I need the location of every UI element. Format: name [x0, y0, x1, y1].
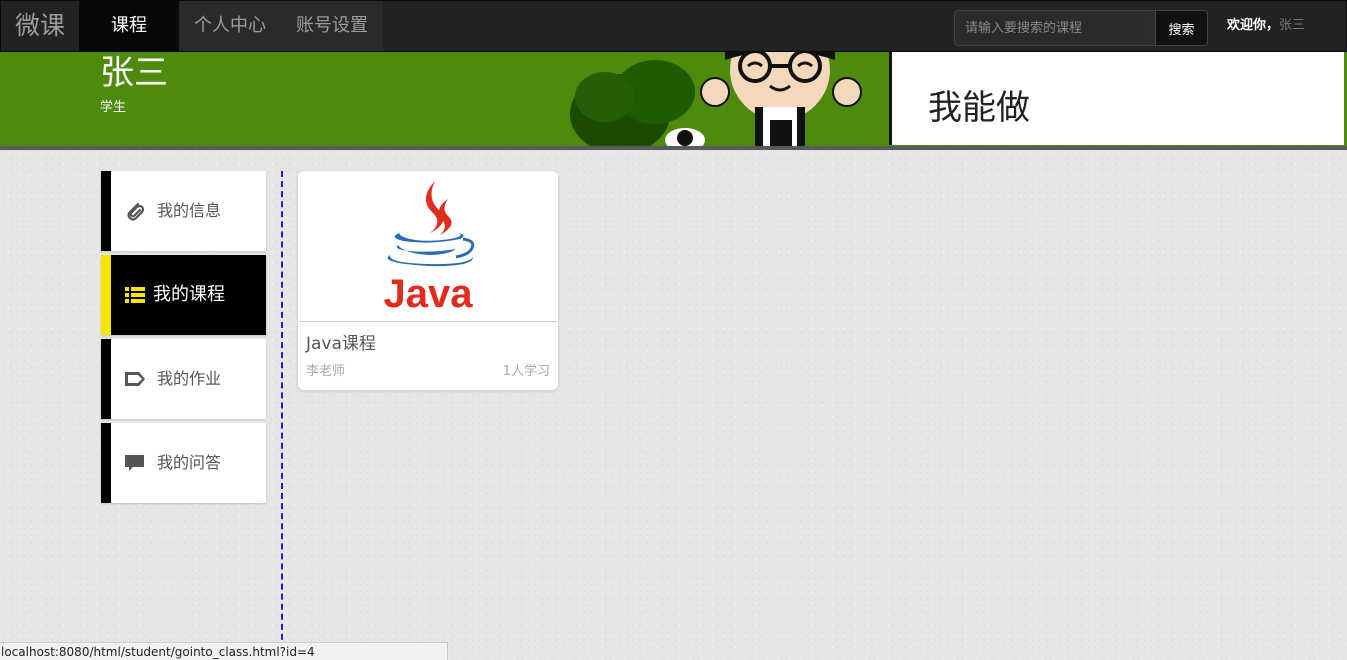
java-logo-text: Java [384, 272, 474, 316]
welcome-text: 欢迎你，张三 [1227, 1, 1305, 51]
course-card-image[interactable]: Java [298, 171, 558, 321]
content-divider [281, 171, 283, 660]
banner-slogan: 我能做 [928, 88, 1030, 128]
sidebar-item-label: 我的问答 [157, 453, 222, 472]
tab-courses[interactable]: 课程 [79, 1, 179, 51]
search-button[interactable]: 搜索 [1155, 11, 1207, 45]
welcome-username[interactable]: 张三 [1279, 18, 1305, 33]
course-title[interactable]: Java课程 [306, 329, 376, 354]
banner-divider [0, 146, 1347, 150]
sidebar-item-my-qa[interactable]: 我的问答 [101, 423, 266, 503]
paperclip-icon [124, 200, 146, 222]
sidebar-item-label: 我的信息 [157, 201, 222, 220]
search-input[interactable] [955, 11, 1145, 45]
sidebar-item-my-courses[interactable]: 我的课程 [101, 255, 266, 335]
welcome-prefix: 欢迎你， [1227, 18, 1280, 33]
top-navbar: 微课 课程 个人中心 账号设置 搜索 欢迎你，张三 [0, 0, 1347, 52]
tag-icon [124, 368, 146, 390]
brand-logo[interactable]: 微课 [1, 1, 79, 51]
course-teacher: 李老师 [306, 364, 346, 379]
sidebar-item-my-info[interactable]: 我的信息 [101, 171, 266, 251]
comment-icon [124, 452, 146, 474]
sidebar-item-label: 我的课程 [153, 284, 225, 305]
course-card-info[interactable]: Java课程 李老师 1人学习 [298, 322, 558, 390]
banner-user-name: 张三 [100, 53, 168, 93]
search-form: 搜索 [954, 10, 1208, 46]
banner-user-role: 学生 [100, 100, 127, 115]
browser-status-url: localhost:8080/html/student/gointo_class… [0, 642, 448, 660]
cartoon-illustration [565, 52, 887, 147]
course-learner-count: 1人学习 [502, 364, 550, 379]
tab-personal-center[interactable]: 个人中心 [179, 1, 281, 51]
java-logo-icon: Java [384, 181, 475, 316]
sidebar-item-my-homework[interactable]: 我的作业 [101, 339, 266, 419]
profile-banner: 张三 学生 我能做 [0, 52, 1347, 147]
list-icon [125, 284, 147, 306]
banner-slogan-panel: 我能做 [889, 52, 1344, 145]
tab-account-settings[interactable]: 账号设置 [281, 1, 383, 51]
nav-tabs: 课程 个人中心 账号设置 [79, 1, 383, 51]
sidebar-item-label: 我的作业 [157, 369, 222, 388]
